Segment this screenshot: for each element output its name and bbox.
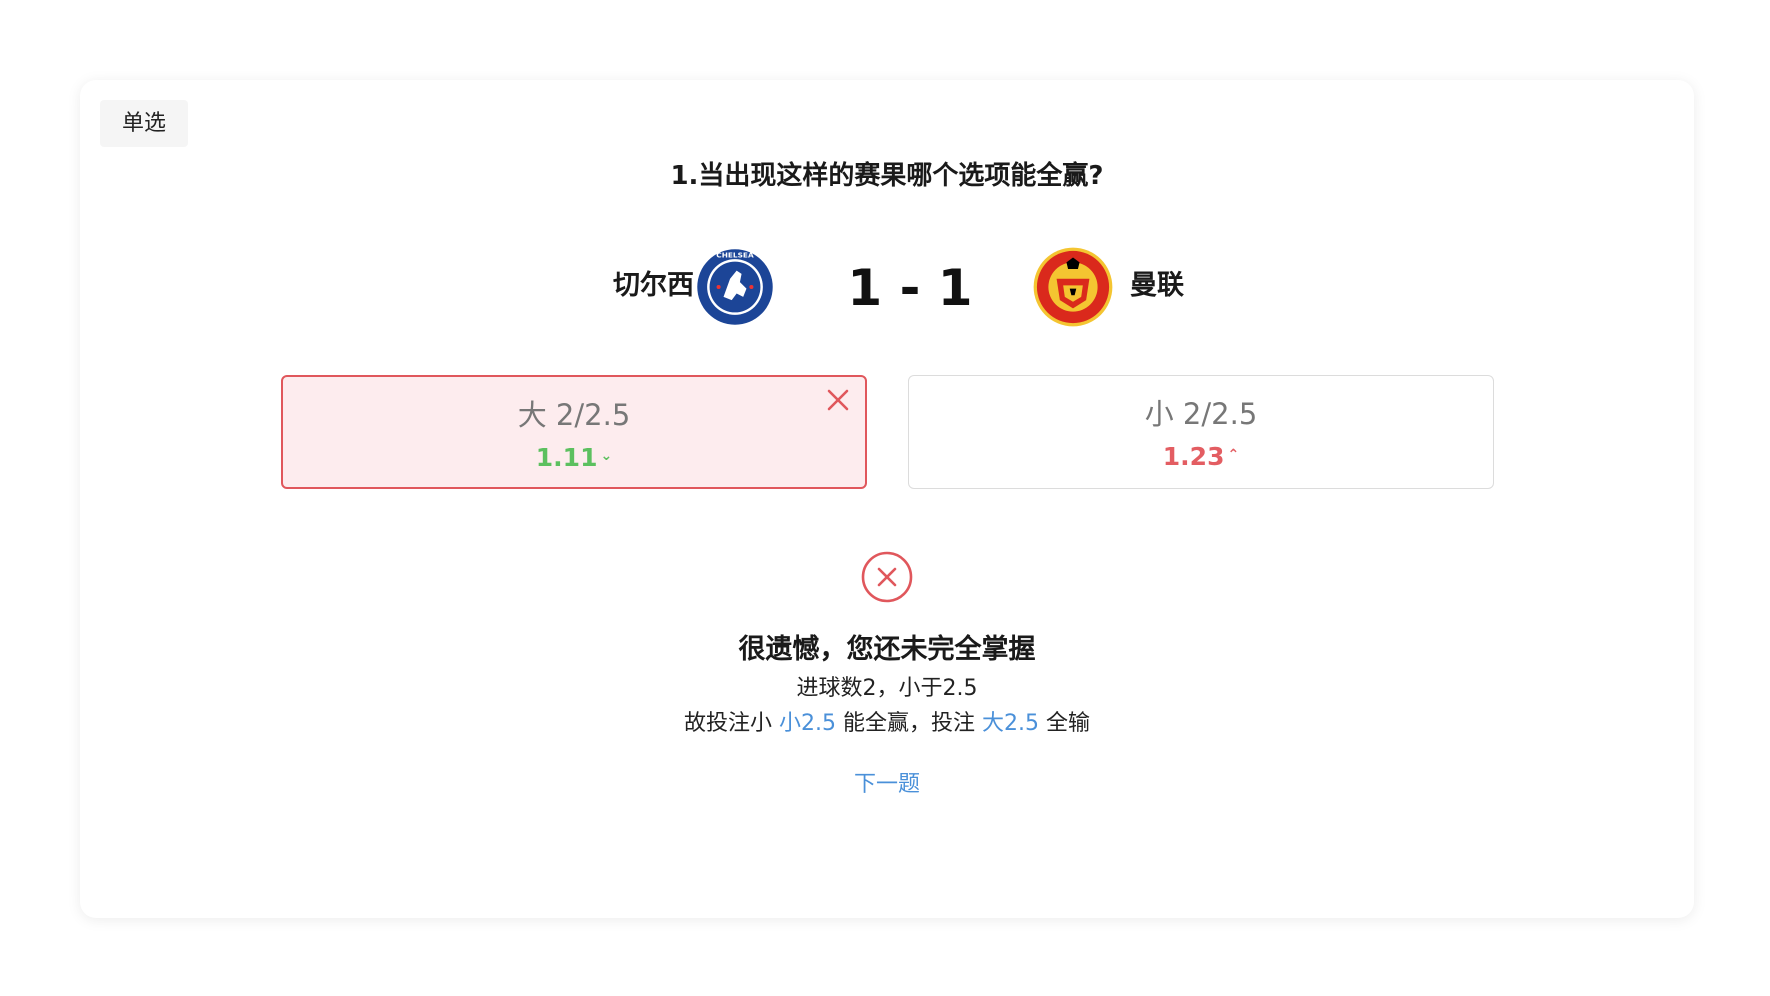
option-under-odds: 1.23	[1162, 442, 1225, 471]
explanation-suffix: 全输	[1039, 711, 1090, 736]
option-over-label: 大 2/2.5	[517, 398, 631, 432]
explanation-middle: 能全赢，投注	[836, 711, 982, 736]
option-under-odds-row: 1.23 ⌃	[909, 438, 1493, 474]
chelsea-crest-icon: CHELSEA	[695, 247, 775, 327]
home-team-name: 切尔西	[613, 270, 694, 301]
wrong-circle-icon	[861, 551, 913, 603]
match-score: 1 - 1	[847, 259, 973, 317]
manutd-crest-icon	[1033, 247, 1113, 327]
explanation-prefix: 故投注小	[684, 711, 779, 736]
svg-text:CHELSEA: CHELSEA	[716, 250, 754, 259]
highlight-under: 小2.5	[779, 711, 836, 736]
close-icon	[827, 389, 849, 411]
option-over[interactable]: 大 2/2.5 1.11 ⌄	[281, 375, 867, 489]
result-explanation-2: 故投注小 小2.5 能全赢，投注 大2.5 全输	[80, 707, 1694, 741]
option-over-odds-row: 1.11 ⌄	[283, 439, 865, 475]
away-team-name: 曼联	[1130, 270, 1184, 301]
chevron-down-icon: ⌄	[600, 448, 613, 464]
result-title: 很遗憾，您还未完全掌握	[738, 634, 1036, 665]
option-under-label: 小 2/2.5	[1144, 397, 1258, 431]
quiz-card: 单选 1.当出现这样的赛果哪个选项能全赢? 切尔西 CHELSEA 1 - 1 …	[80, 80, 1694, 918]
result-explanation-1: 进球数2，小于2.5	[796, 676, 978, 701]
question-type-tag: 单选	[100, 100, 188, 147]
question-title: 1.当出现这样的赛果哪个选项能全赢?	[670, 161, 1104, 191]
next-question-link[interactable]: 下一题	[80, 768, 1694, 802]
chevron-up-icon: ⌃	[1227, 447, 1240, 463]
highlight-over: 大2.5	[982, 711, 1039, 736]
option-under[interactable]: 小 2/2.5 1.23 ⌃	[908, 375, 1494, 489]
option-over-odds: 1.11	[535, 443, 598, 472]
